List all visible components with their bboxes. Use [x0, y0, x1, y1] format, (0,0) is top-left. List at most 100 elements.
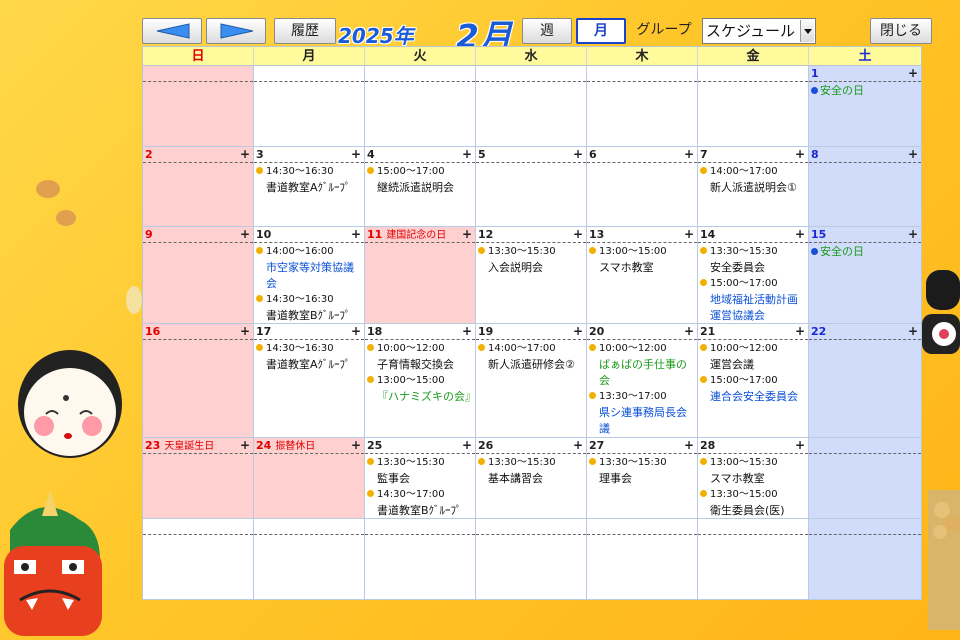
- day-cell[interactable]: 15 + 安全の日: [809, 227, 921, 324]
- day-cell[interactable]: 5 +: [476, 147, 587, 227]
- add-event-button[interactable]: +: [573, 147, 583, 162]
- day-cell[interactable]: [587, 66, 698, 147]
- month-view-button[interactable]: 月: [576, 18, 626, 44]
- event-title[interactable]: 連合会安全委員会: [700, 389, 806, 405]
- view-select[interactable]: スケジュール: [702, 18, 816, 44]
- add-event-button[interactable]: +: [573, 324, 583, 339]
- day-cell[interactable]: 3 +14:30～16:30 書道教室Aｸﾞﾙｰﾌﾟ: [254, 147, 365, 227]
- add-event-button[interactable]: +: [795, 227, 805, 242]
- day-cell[interactable]: 1 + 安全の日: [809, 66, 921, 147]
- day-cell[interactable]: 6 +: [587, 147, 698, 227]
- event-time[interactable]: 13:30～17:00: [589, 389, 695, 405]
- day-cell[interactable]: 14 +13:30～15:30 安全委員会 15:00～17:00 地域福祉活動計画運営…: [698, 227, 809, 324]
- event-time[interactable]: 15:00～17:00: [367, 164, 473, 180]
- week-view-button[interactable]: 週: [522, 18, 572, 44]
- event-time[interactable]: 14:30～16:30: [256, 292, 362, 308]
- day-cell[interactable]: 12 +13:30～15:30 入会説明会: [476, 227, 587, 324]
- group-view-button[interactable]: グループ: [630, 18, 698, 44]
- add-event-button[interactable]: +: [240, 438, 250, 453]
- add-event-button[interactable]: +: [684, 438, 694, 453]
- event-title[interactable]: 県シ連事務局長会議: [589, 405, 695, 437]
- day-note[interactable]: 安全の日: [811, 83, 919, 99]
- event-time[interactable]: 14:30～16:30: [256, 164, 362, 180]
- event-title[interactable]: ばぁばの手仕事の会: [589, 357, 695, 389]
- event-title[interactable]: 『ハナミズキの会』: [367, 389, 475, 405]
- add-event-button[interactable]: +: [462, 324, 472, 339]
- event-title[interactable]: 市空家等対策協議会: [256, 260, 362, 292]
- event-time[interactable]: 13:30～15:00: [700, 487, 806, 503]
- day-cell[interactable]: 13 +13:00～15:00 スマホ教室: [587, 227, 698, 324]
- add-event-button[interactable]: +: [351, 147, 361, 162]
- add-event-button[interactable]: +: [684, 227, 694, 242]
- day-cell[interactable]: [365, 66, 476, 147]
- event-title[interactable]: 書道教室Aｸﾞﾙｰﾌﾟ: [256, 180, 362, 196]
- day-cell[interactable]: 8 +: [809, 147, 921, 227]
- day-cell[interactable]: [698, 519, 809, 600]
- event-time[interactable]: 13:30～15:30: [478, 455, 584, 471]
- day-cell[interactable]: 2 +: [143, 147, 254, 227]
- add-event-button[interactable]: +: [462, 227, 472, 242]
- add-event-button[interactable]: +: [573, 227, 583, 242]
- event-time[interactable]: 13:00～15:00: [367, 373, 473, 389]
- day-cell[interactable]: [476, 66, 587, 147]
- event-time[interactable]: 10:00～12:00: [367, 341, 473, 357]
- add-event-button[interactable]: +: [908, 147, 918, 162]
- event-time[interactable]: 14:30～17:00: [367, 487, 473, 503]
- add-event-button[interactable]: +: [908, 227, 918, 242]
- add-event-button[interactable]: +: [462, 147, 472, 162]
- event-title[interactable]: 安全委員会: [700, 260, 806, 276]
- prev-month-button[interactable]: [142, 18, 202, 44]
- day-cell[interactable]: [143, 66, 254, 147]
- day-cell[interactable]: 24 振替休日 +: [254, 438, 365, 519]
- day-cell[interactable]: [254, 519, 365, 600]
- event-time[interactable]: 13:30～15:30: [367, 455, 473, 471]
- event-title[interactable]: 基本講習会: [478, 471, 584, 487]
- day-cell[interactable]: 21 +10:00～12:00 運営会議 15:00～17:00 連合会安全委員会: [698, 324, 809, 438]
- day-cell[interactable]: 26 +13:30～15:30 基本講習会: [476, 438, 587, 519]
- day-cell[interactable]: 23 天皇誕生日 +: [143, 438, 254, 519]
- day-cell[interactable]: [254, 66, 365, 147]
- event-title[interactable]: 書道教室Bｸﾞﾙｰﾌﾟ: [367, 503, 473, 518]
- event-title[interactable]: 運営会議: [700, 357, 806, 373]
- event-time[interactable]: 10:00～12:00: [700, 341, 806, 357]
- day-cell[interactable]: [809, 519, 921, 600]
- add-event-button[interactable]: +: [795, 147, 805, 162]
- event-title[interactable]: 継続派遣説明会: [367, 180, 473, 196]
- day-cell[interactable]: 22 +: [809, 324, 921, 438]
- day-cell[interactable]: 10 +14:00～16:00 市空家等対策協議会 14:30～16:30 書道教室Bｸ…: [254, 227, 365, 324]
- day-cell[interactable]: [809, 438, 921, 519]
- event-time[interactable]: 13:00～15:30: [700, 455, 806, 471]
- day-cell[interactable]: 4 +15:00～17:00 継続派遣説明会: [365, 147, 476, 227]
- add-event-button[interactable]: +: [795, 438, 805, 453]
- event-title[interactable]: 子育情報交換会: [367, 357, 473, 373]
- event-time[interactable]: 15:00～17:00: [700, 276, 806, 292]
- history-button[interactable]: 履歴: [274, 18, 336, 44]
- day-cell[interactable]: [476, 519, 587, 600]
- day-cell[interactable]: 25 +13:30～15:30 監事会 14:30～17:00 書道教室Bｸﾞﾙｰﾌﾟ: [365, 438, 476, 519]
- event-time[interactable]: 14:30～16:30: [256, 341, 362, 357]
- day-cell[interactable]: [587, 519, 698, 600]
- add-event-button[interactable]: +: [240, 227, 250, 242]
- add-event-button[interactable]: +: [684, 324, 694, 339]
- add-event-button[interactable]: +: [351, 227, 361, 242]
- add-event-button[interactable]: +: [573, 438, 583, 453]
- day-cell[interactable]: 28 +13:00～15:30 スマホ教室 13:30～15:00 衛生委員会(医): [698, 438, 809, 519]
- day-cell[interactable]: 7 +14:00～17:00 新人派遣説明会①: [698, 147, 809, 227]
- day-cell[interactable]: 27 +13:30～15:30 理事会: [587, 438, 698, 519]
- add-event-button[interactable]: +: [908, 66, 918, 81]
- add-event-button[interactable]: +: [240, 147, 250, 162]
- day-cell[interactable]: 16 +: [143, 324, 254, 438]
- day-cell[interactable]: 19 +14:00～17:00 新人派遣研修会②: [476, 324, 587, 438]
- add-event-button[interactable]: +: [351, 438, 361, 453]
- event-title[interactable]: 理事会: [589, 471, 695, 487]
- event-title[interactable]: 衛生委員会(医): [700, 503, 806, 518]
- event-time[interactable]: 13:30～15:30: [478, 244, 584, 260]
- event-time[interactable]: 13:00～15:00: [589, 244, 695, 260]
- event-title[interactable]: 入会説明会: [478, 260, 584, 276]
- day-cell[interactable]: 17 +14:30～16:30 書道教室Aｸﾞﾙｰﾌﾟ: [254, 324, 365, 438]
- next-month-button[interactable]: [206, 18, 266, 44]
- event-time[interactable]: 15:00～17:00: [700, 373, 806, 389]
- add-event-button[interactable]: +: [462, 438, 472, 453]
- event-title[interactable]: 書道教室Bｸﾞﾙｰﾌﾟ: [256, 308, 362, 323]
- add-event-button[interactable]: +: [908, 324, 918, 339]
